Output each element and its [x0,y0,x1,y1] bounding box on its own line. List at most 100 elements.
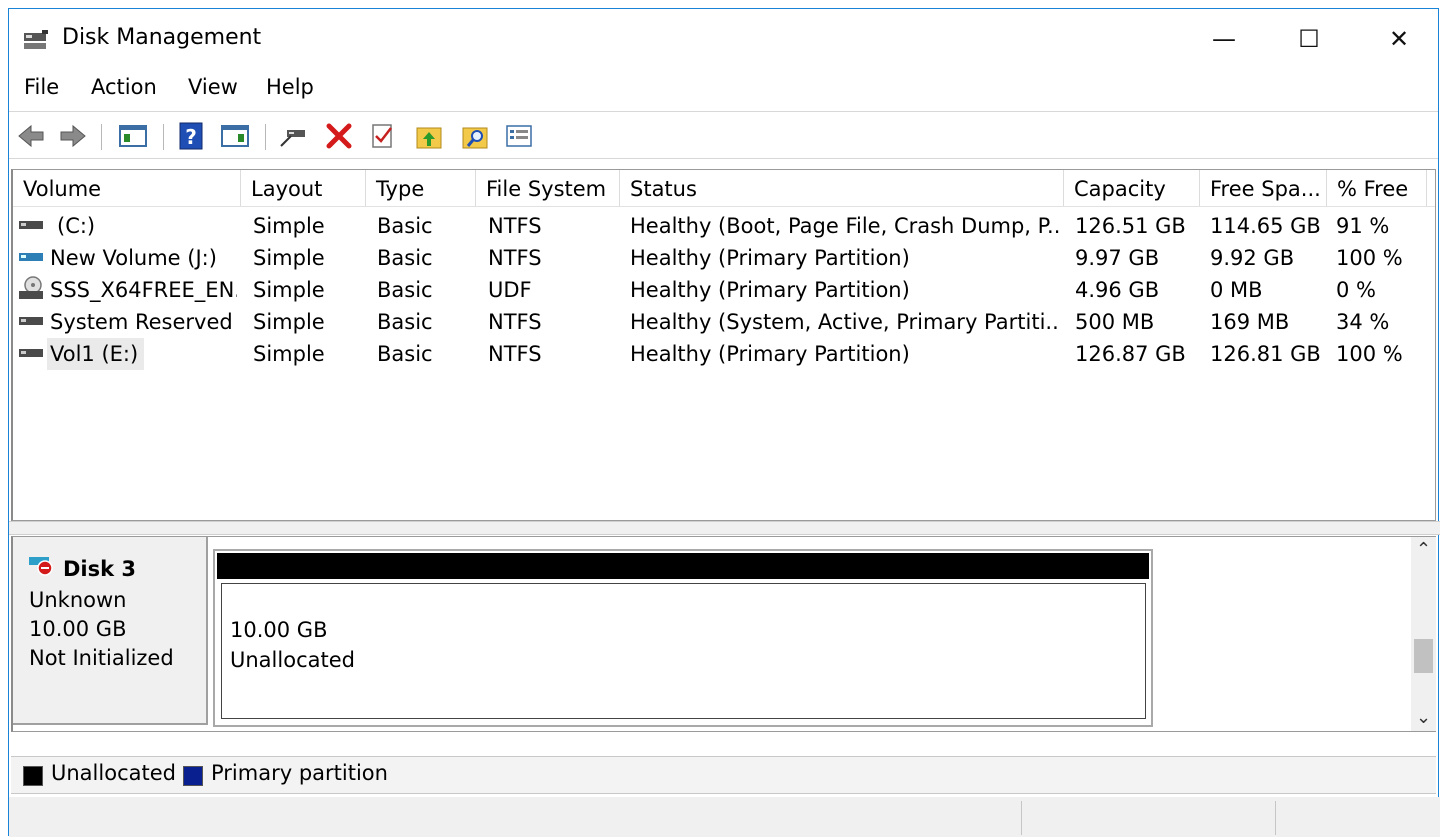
column-header-capacity[interactable]: Capacity [1064,170,1200,206]
cell-capacity: 500 MB [1075,310,1155,334]
cell-status: Healthy (Primary Partition) [630,278,910,302]
toolbar-separator [265,124,266,150]
title-bar: Disk Management — ☐ ✕ [9,9,1438,67]
status-bar [9,797,1440,837]
drive-icon [19,221,43,229]
cell-percent-free: 100 % [1336,342,1403,366]
cell-capacity: 9.97 GB [1075,246,1160,270]
menu-bar: File Action View Help [9,71,1438,109]
show-hide-console-tree-icon[interactable] [117,120,149,152]
column-header-file-system[interactable]: File System [476,170,620,206]
column-header-type[interactable]: Type [366,170,476,206]
menu-help[interactable]: Help [266,75,314,99]
column-header-status[interactable]: Status [620,170,1064,206]
search-folder-icon[interactable] [459,120,491,152]
cell-percent-free: 0 % [1336,278,1376,302]
column-header-volume[interactable]: Volume [13,170,241,206]
check-icon[interactable] [367,120,399,152]
legend-swatch-primary-partition [183,766,203,786]
scroll-thumb[interactable] [1414,639,1433,673]
menu-view[interactable]: View [188,75,238,99]
cell-layout: Simple [253,214,325,238]
vertical-scrollbar[interactable]: ⌃ ⌄ [1411,537,1436,731]
minimize-button[interactable]: — [1194,17,1254,61]
scroll-up-arrow[interactable]: ⌃ [1411,539,1436,560]
table-row[interactable]: System Reserved Simple Basic NTFS Health… [13,306,1435,338]
cell-layout: Simple [253,278,325,302]
partition-label: Unallocated [230,648,355,672]
disk-type: Unknown [29,588,127,612]
legend-label-primary-partition: Primary partition [211,761,388,785]
disk-label-panel[interactable]: Disk 3 Unknown 10.00 GB Not Initialized [13,537,208,725]
column-header-layout[interactable]: Layout [241,170,366,206]
disk-size: 10.00 GB [29,617,127,641]
partition-color-bar [217,553,1149,579]
disk-graphical-view: Disk 3 Unknown 10.00 GB Not Initialized … [11,536,1436,732]
close-button[interactable]: ✕ [1369,17,1429,61]
cell-status: Healthy (Primary Partition) [630,246,910,270]
toolbar: ? [9,111,1438,159]
connect-drive-icon[interactable] [277,120,309,152]
status-bar-separator [1275,801,1276,835]
cell-volume: System Reserved [50,310,233,334]
status-bar-separator [1021,801,1022,835]
legend-bar: Unallocated Primary partition [11,756,1436,794]
help-icon[interactable]: ? [175,120,207,152]
cell-file-system: UDF [488,278,532,302]
menu-action[interactable]: Action [91,75,157,99]
legend-swatch-unallocated [23,766,43,786]
cell-layout: Simple [253,342,325,366]
window-title: Disk Management [62,25,262,50]
menu-file[interactable]: File [24,75,59,99]
cell-status: Healthy (Primary Partition) [630,342,910,366]
cell-percent-free: 100 % [1336,246,1403,270]
drive-icon [19,349,43,357]
cell-type: Basic [377,278,433,302]
cell-layout: Simple [253,310,325,334]
scroll-down-arrow[interactable]: ⌄ [1411,707,1436,728]
pane-splitter[interactable] [9,521,1440,535]
back-icon[interactable] [15,120,47,152]
table-row[interactable]: Vol1 (E:) Simple Basic NTFS Healthy (Pri… [13,338,1435,370]
cell-free-space: 169 MB [1210,310,1290,334]
table-row[interactable]: New Volume (J:) Simple Basic NTFS Health… [13,242,1435,274]
volume-list-header: Volume Layout Type File System Status Ca… [13,170,1435,207]
unallocated-partition[interactable]: 10.00 GB Unallocated [213,549,1153,727]
up-folder-icon[interactable] [413,120,445,152]
partition-size: 10.00 GB [230,618,328,642]
cell-percent-free: 34 % [1336,310,1390,334]
cell-status: Healthy (Boot, Page File, Crash Dump, P.… [630,214,1060,238]
cell-free-space: 126.81 GB [1210,342,1321,366]
disk-management-window: Disk Management — ☐ ✕ File Action View H… [8,8,1440,837]
cell-volume: Vol1 (E:) [47,338,144,370]
table-row[interactable]: SSS_X64FREE_EN... Simple Basic UDF Healt… [13,274,1435,306]
properties-icon[interactable] [503,120,535,152]
cell-volume: New Volume (J:) [50,246,217,270]
column-header-percent-free[interactable]: % Free [1327,170,1427,206]
cell-percent-free: 91 % [1336,214,1390,238]
maximize-button[interactable]: ☐ [1279,17,1339,61]
cell-file-system: NTFS [488,310,542,334]
column-header-free-space[interactable]: Free Spa... [1200,170,1327,206]
disk-error-icon [29,557,53,576]
cell-layout: Simple [253,246,325,270]
show-hide-action-pane-icon[interactable] [219,120,251,152]
cell-volume: SSS_X64FREE_EN... [50,278,237,302]
svg-text:?: ? [185,125,197,149]
cell-capacity: 126.51 GB [1075,214,1186,238]
partition-body: 10.00 GB Unallocated [221,583,1146,719]
legend-label-unallocated: Unallocated [51,761,176,785]
cell-file-system: NTFS [488,214,542,238]
delete-icon[interactable] [323,120,355,152]
cell-type: Basic [377,310,433,334]
cell-free-space: 0 MB [1210,278,1263,302]
toolbar-separator [163,124,164,150]
drive-blue-icon [19,253,43,261]
table-row[interactable]: (C:) Simple Basic NTFS Healthy (Boot, Pa… [13,210,1435,242]
disk-management-icon [24,30,48,49]
forward-icon[interactable] [57,120,89,152]
cell-capacity: 4.96 GB [1075,278,1160,302]
cell-type: Basic [377,246,433,270]
cell-free-space: 114.65 GB [1210,214,1321,238]
volume-list[interactable]: Volume Layout Type File System Status Ca… [11,169,1436,521]
